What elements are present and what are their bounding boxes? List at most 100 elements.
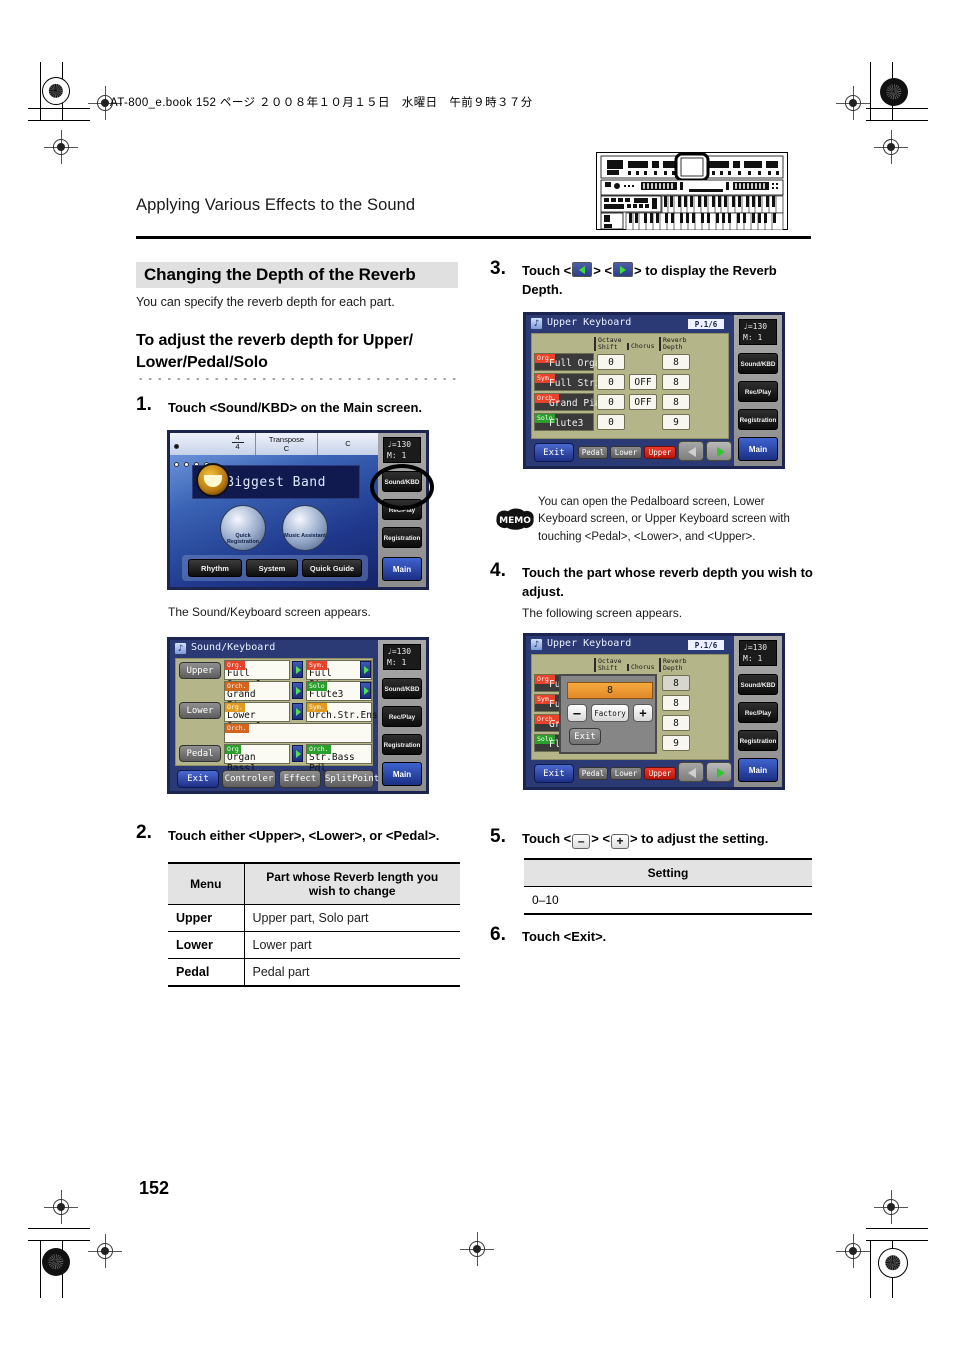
part-button-pedal[interactable]: Pedal xyxy=(578,446,608,459)
reverb-depth-value[interactable]: 8 xyxy=(662,354,690,370)
system-button[interactable]: System xyxy=(246,559,298,577)
rail-registration-button[interactable]: Registration xyxy=(738,409,778,430)
rail-sound-kbd-button[interactable]: Sound/KBD xyxy=(382,471,422,492)
rail-rec-play-button[interactable]: Rec/Play xyxy=(738,702,778,723)
octave-shift-value[interactable]: 0 xyxy=(597,354,625,370)
rail-sound-kbd-button[interactable]: Sound/KBD xyxy=(738,674,778,695)
page-number: 152 xyxy=(139,1178,170,1198)
rail-main-label: Main xyxy=(392,565,412,574)
tone-next-arrow[interactable] xyxy=(360,661,371,678)
exit-button-label: Exit xyxy=(187,774,209,784)
tone-next-arrow[interactable] xyxy=(292,682,303,699)
controler-button[interactable]: Controler xyxy=(222,770,276,788)
rail-sound-kbd-button[interactable]: Sound/KBD xyxy=(382,678,422,699)
music-note-icon: ♪ xyxy=(530,638,543,651)
reverb-depth-value[interactable]: 8 xyxy=(662,675,690,691)
main-screen-rail: ♩=130 M: 1 Sound/KBD Rec/Play Registrati… xyxy=(378,433,426,587)
step-2-number: 2. xyxy=(136,822,152,843)
rail-main-button[interactable]: Main xyxy=(382,557,422,581)
next-page-button[interactable] xyxy=(706,441,732,461)
rail-rec-play-button[interactable]: Rec/Play xyxy=(738,381,778,402)
registration-mark xyxy=(880,78,908,106)
dialog-minus-button[interactable]: – xyxy=(567,704,587,722)
part-button-pedal[interactable]: Pedal xyxy=(578,767,608,780)
reverb-depth-value[interactable]: 8 xyxy=(662,394,690,410)
rail-main-button[interactable]: Main xyxy=(738,437,778,461)
part-cell: Upper part, Solo part xyxy=(243,904,460,932)
part-cell: Pedal part xyxy=(243,958,460,987)
rail-main-button[interactable]: Main xyxy=(382,762,422,786)
memo-label: MEMO xyxy=(499,516,531,526)
sound-keyboard-screen-figure: ♪ Sound/Keyboard Upper Lower Pedal Full … xyxy=(167,637,429,794)
rail-rec-play-label: Rec/Play xyxy=(744,389,772,396)
tempo-display: ♩=130 M: 1 xyxy=(383,644,421,670)
rail-rec-play-label: Rec/Play xyxy=(388,507,416,514)
rail-registration-button[interactable]: Registration xyxy=(738,730,778,751)
chorus-value[interactable]: OFF xyxy=(629,394,657,410)
octave-shift-value[interactable]: 0 xyxy=(597,394,625,410)
prev-page-button[interactable] xyxy=(678,441,704,461)
tone-category-tag: Orch. xyxy=(307,745,331,754)
rail-main-button[interactable]: Main xyxy=(738,758,778,782)
tone-next-arrow[interactable] xyxy=(292,661,303,678)
upper-keyboard-rail: ♩=130 M: 1 Sound/KBD Rec/Play Registrati… xyxy=(734,315,782,466)
tone-next-arrow[interactable] xyxy=(292,745,303,762)
table-row: Pedal Pedal part xyxy=(168,958,460,987)
rail-registration-button[interactable]: Registration xyxy=(382,734,422,755)
registration-crosshair xyxy=(44,1190,78,1224)
reverb-depth-value[interactable]: 8 xyxy=(662,374,690,390)
rail-rec-play-button[interactable]: Rec/Play xyxy=(382,706,422,727)
crop-mark xyxy=(870,62,871,120)
reverb-depth-value[interactable]: 9 xyxy=(662,735,690,751)
transpose-label: Transpose xyxy=(268,435,305,444)
key-value: C xyxy=(345,439,351,448)
octave-shift-value[interactable]: 0 xyxy=(597,374,625,390)
next-page-button[interactable] xyxy=(706,762,732,782)
step-3-pre: Touch < xyxy=(522,263,572,278)
rhythm-button[interactable]: Rhythm xyxy=(188,559,242,577)
exit-button[interactable]: Exit xyxy=(177,770,219,788)
reverb-depth-value[interactable]: 9 xyxy=(662,414,690,430)
tone-category-tag: Org. xyxy=(225,661,245,670)
value-edit-dialog: 8 – Factory + Exit xyxy=(559,674,657,754)
dialog-exit-button[interactable]: Exit xyxy=(569,728,601,745)
registration-mark xyxy=(42,77,70,105)
part-button-upper[interactable]: Upper xyxy=(644,767,676,780)
part-button-lower[interactable]: Lower xyxy=(610,446,642,459)
part-button-lower[interactable]: Lower xyxy=(610,767,642,780)
chorus-value[interactable]: OFF xyxy=(629,374,657,390)
side-button-pedal[interactable]: Pedal xyxy=(179,745,221,762)
tone-category-tag: Sym. xyxy=(307,661,327,670)
music-assistant-button[interactable]: Music Assistant xyxy=(282,505,328,551)
reverb-depth-value[interactable]: 8 xyxy=(662,715,690,731)
splitpoint-button[interactable]: SplitPoint xyxy=(324,770,379,788)
chorus-value-empty xyxy=(629,354,657,370)
page-badge: P.1/6 xyxy=(687,639,725,651)
side-button-upper[interactable]: Upper xyxy=(179,662,221,679)
dialog-plus-button[interactable]: + xyxy=(633,704,653,722)
step-5-mid: > < xyxy=(591,831,611,846)
crop-mark xyxy=(40,1240,41,1298)
tempo-display: ♩=130 M: 1 xyxy=(739,319,777,345)
quick-guide-button[interactable]: Quick Guide xyxy=(302,559,362,577)
effect-button[interactable]: Effect xyxy=(279,770,321,788)
part-button-upper[interactable]: Upper xyxy=(644,446,676,459)
rail-registration-button[interactable]: Registration xyxy=(382,527,422,548)
upper-keyboard-title: Upper Keyboard xyxy=(547,638,632,649)
side-button-lower[interactable]: Lower xyxy=(179,702,221,719)
tone-next-arrow[interactable] xyxy=(292,703,303,720)
step-1-number: 1. xyxy=(136,394,152,415)
quick-registration-button[interactable]: Quick Registration xyxy=(220,505,266,551)
table-row: Upper Upper part, Solo part xyxy=(168,904,460,932)
exit-button[interactable]: Exit xyxy=(534,764,574,783)
octave-shift-value[interactable]: 0 xyxy=(597,414,625,430)
tone-next-arrow[interactable] xyxy=(360,682,371,699)
exit-button[interactable]: Exit xyxy=(534,443,574,462)
reverb-depth-value[interactable]: 8 xyxy=(662,695,690,711)
rail-sound-kbd-button[interactable]: Sound/KBD xyxy=(738,353,778,374)
print-header: AT-800_e.book 152 ページ ２００８年１０月１５日 水曜日 午前… xyxy=(110,97,533,109)
rail-rec-play-button[interactable]: Rec/Play xyxy=(382,499,422,520)
dialog-factory-button[interactable]: Factory xyxy=(591,704,629,722)
setting-table: Setting 0–10 xyxy=(524,858,812,915)
prev-page-button[interactable] xyxy=(678,762,704,782)
